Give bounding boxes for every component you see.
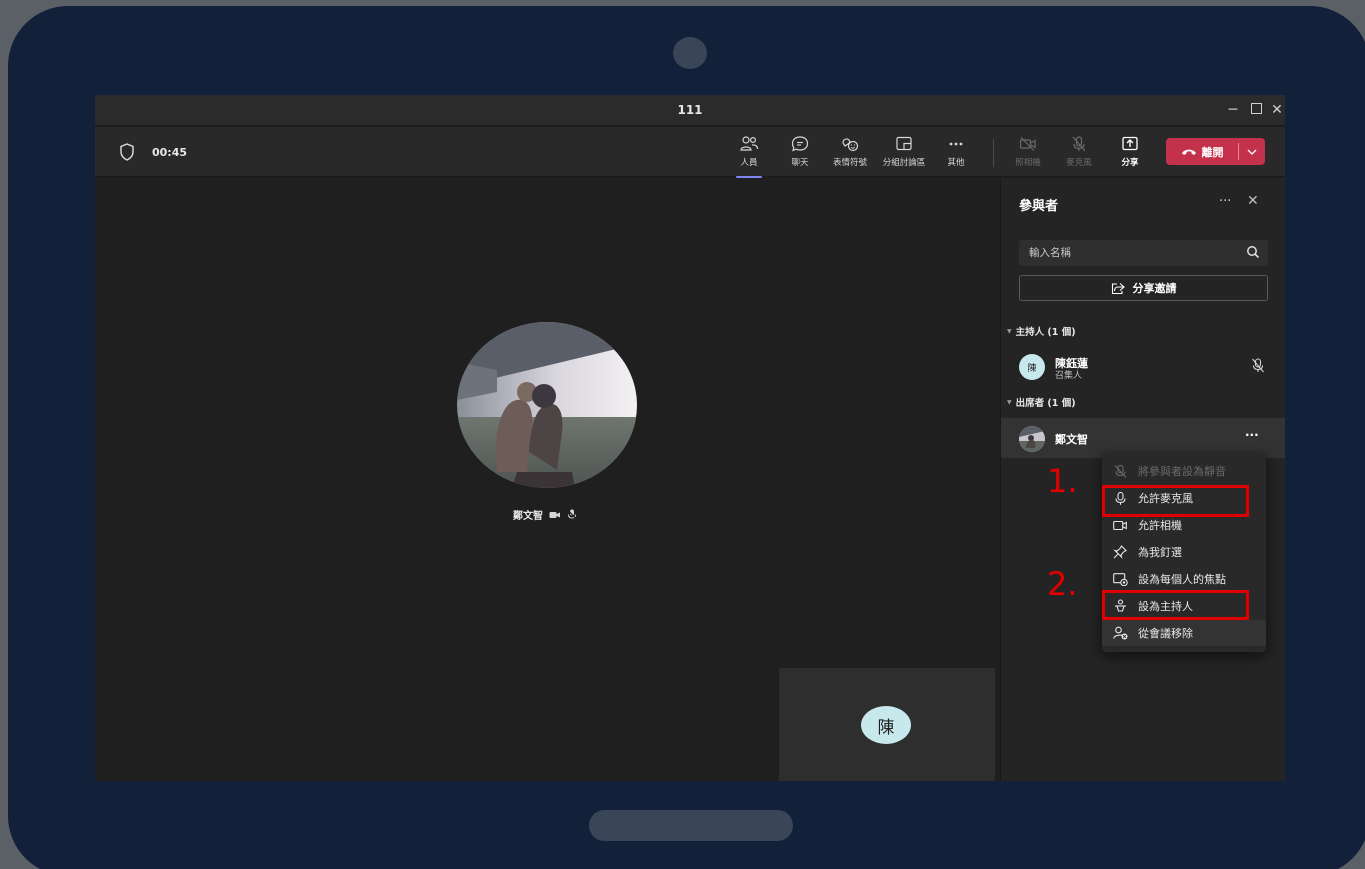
share-button[interactable]: 分享 <box>1115 135 1145 173</box>
remove-person-icon <box>1112 626 1127 640</box>
camera-off-icon <box>549 511 560 518</box>
mic-off-icon <box>1114 464 1126 478</box>
shield-icon <box>120 143 134 161</box>
more-icon <box>949 142 963 146</box>
share-icon <box>1111 282 1125 294</box>
camera-icon <box>1113 520 1127 530</box>
participant-context-menu: 將參與者設為靜音 允許麥克風 允許相機 為我釘選 設為每個人的焦點 設為主持人 … <box>1102 452 1266 652</box>
menu-remove-from-meeting[interactable]: 從會議移除 <box>1102 620 1266 646</box>
organizers-section-header[interactable]: ▼ 主持人 (1 個) <box>1007 324 1076 338</box>
leave-button[interactable]: 離開 <box>1166 138 1265 165</box>
search-icon[interactable] <box>1246 245 1260 259</box>
menu-spotlight-everyone[interactable]: 設為每個人的焦點 <box>1102 566 1266 592</box>
share-tray-icon <box>1122 136 1138 151</box>
panel-more-icon[interactable]: ··· <box>1219 194 1231 209</box>
chevron-down-icon <box>1247 149 1257 155</box>
panel-title: 參與者 <box>1019 199 1059 214</box>
breakout-rooms-button[interactable]: 分組討論區 <box>878 135 930 173</box>
spotlight-icon <box>1112 572 1128 586</box>
mic-off-icon <box>567 509 577 520</box>
self-avatar: 陳 <box>861 706 911 744</box>
tablet-camera <box>673 37 707 69</box>
menu-pin-for-me[interactable]: 為我釘選 <box>1102 539 1266 565</box>
annotation-step-1: 1. <box>1047 462 1078 500</box>
menu-mute-participant[interactable]: 將參與者設為靜音 <box>1102 458 1266 484</box>
close-icon[interactable]: ✕ <box>1267 100 1285 120</box>
reaction-icon <box>842 138 859 152</box>
people-icon <box>740 136 759 151</box>
collapse-triangle-icon: ▼ <box>1007 398 1012 406</box>
annotation-step-2: 2. <box>1047 565 1078 603</box>
camera-off-icon <box>1019 137 1036 151</box>
camera-button[interactable]: 照相機 <box>1013 135 1043 173</box>
leave-main[interactable]: 離開 <box>1166 138 1238 165</box>
toolbar-separator <box>993 139 994 167</box>
reactions-button[interactable]: 表情符號 <box>828 135 872 173</box>
leave-label: 離開 <box>1201 145 1224 159</box>
mic-off-icon <box>1252 358 1264 373</box>
hang-up-icon <box>1181 149 1196 155</box>
share-invite-button[interactable]: 分享邀請 <box>1019 275 1268 301</box>
participant-organizer[interactable]: 陳 陳鈺蓮 召集人 <box>1001 346 1285 386</box>
mic-off-icon <box>1072 136 1086 152</box>
avatar <box>1019 426 1045 452</box>
search-input[interactable] <box>1019 240 1239 266</box>
teams-window: 111 ─ ✕ 00:45 人員 聊天 表情符號 分組討論區 其他 照相機 麥克… <box>95 95 1285 781</box>
title-bar: 111 ─ ✕ <box>95 95 1285 126</box>
video-stage: 鄭文智 陳 <box>95 178 1000 781</box>
tablet-home-button[interactable] <box>589 810 793 841</box>
meeting-timer: 00:45 <box>152 146 188 159</box>
people-button[interactable]: 人員 <box>734 135 764 178</box>
panel-close-icon[interactable]: ✕ <box>1247 193 1259 209</box>
self-video-tile[interactable]: 陳 <box>779 668 995 781</box>
maximize-icon[interactable] <box>1246 100 1266 120</box>
meeting-toolbar: 00:45 人員 聊天 表情符號 分組討論區 其他 照相機 麥克風 分享 離開 <box>95 127 1285 178</box>
collapse-triangle-icon: ▼ <box>1007 327 1012 335</box>
attendees-section-header[interactable]: ▼ 出席者 (1 個) <box>1007 395 1076 409</box>
pin-icon <box>1113 545 1127 559</box>
leave-options-button[interactable] <box>1239 138 1265 165</box>
participant-name: 鄭文智 <box>1055 433 1088 446</box>
breakout-rooms-icon <box>896 136 912 151</box>
mic-button[interactable]: 麥克風 <box>1064 135 1094 173</box>
window-title: 111 <box>677 103 703 117</box>
stage-participant-label: 鄭文智 <box>513 507 577 522</box>
stage-participant-name: 鄭文智 <box>513 511 543 522</box>
chat-button[interactable]: 聊天 <box>785 135 815 173</box>
share-invite-label: 分享邀請 <box>1132 282 1177 295</box>
participant-search[interactable] <box>1019 240 1268 266</box>
participant-more-icon[interactable]: ··· <box>1245 428 1259 442</box>
avatar: 陳 <box>1019 354 1045 380</box>
annotation-box-allow-mic <box>1102 485 1249 517</box>
participant-role: 召集人 <box>1055 371 1083 381</box>
participant-avatar-photo <box>457 322 637 488</box>
more-button[interactable]: 其他 <box>943 135 969 173</box>
annotation-box-make-presenter <box>1102 590 1249 620</box>
minimize-icon[interactable]: ─ <box>1223 100 1243 120</box>
chat-icon <box>791 136 809 152</box>
